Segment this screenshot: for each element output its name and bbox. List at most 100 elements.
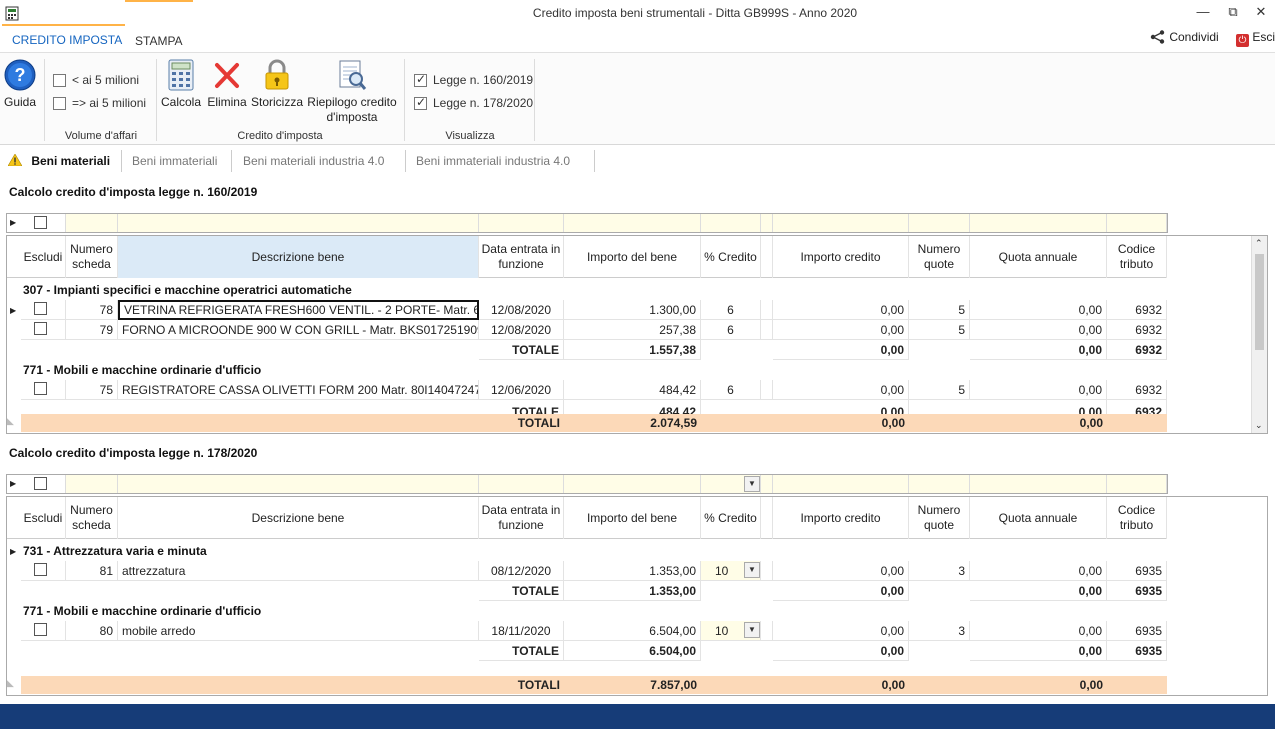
filter-numero[interactable] [66, 214, 118, 232]
volume-lt-5-checkbox[interactable]: < ai 5 milioni [53, 73, 139, 87]
col-data[interactable]: Data entrata in funzione [479, 236, 564, 278]
filter-codice[interactable] [1107, 475, 1167, 493]
filter-descrizione[interactable] [118, 475, 479, 493]
table-row[interactable]: 81 attrezzatura 08/12/2020 1.353,00 10 ▼… [7, 561, 1167, 581]
checkbox-box [414, 72, 427, 87]
scroll-thumb[interactable] [1255, 254, 1264, 350]
filter-checkbox[interactable] [34, 477, 47, 490]
guida-button[interactable]: ? Guida [2, 59, 38, 110]
filter-quota[interactable] [970, 214, 1107, 232]
filter-checkbox[interactable] [34, 216, 47, 229]
escludi-checkbox[interactable] [34, 322, 47, 335]
col-quote[interactable]: Numero quote [909, 497, 970, 539]
table-row[interactable]: ▶ 78 VETRINA REFRIGERATA FRESH600 VENTIL… [7, 300, 1167, 320]
escludi-cell[interactable] [21, 380, 66, 400]
filter-quote[interactable] [909, 214, 970, 232]
tab-beni-immateriali-4[interactable]: Beni immateriali industria 4.0 [406, 150, 595, 172]
col-perc[interactable]: % Credito [701, 497, 761, 539]
col-importo[interactable]: Importo del bene [564, 236, 701, 278]
elimina-label: Elimina [207, 95, 247, 109]
filter-blank[interactable] [761, 475, 773, 493]
tab-beni-materiali[interactable]: Beni materiali [0, 150, 122, 172]
col-codice-1: Codice [1117, 503, 1156, 517]
filter-quota[interactable] [970, 475, 1107, 493]
legge-178-checkbox[interactable]: Legge n. 178/2020 [414, 95, 533, 110]
filter-codice[interactable] [1107, 214, 1167, 232]
col-data[interactable]: Data entrata in funzione [479, 497, 564, 539]
filter-importo[interactable] [564, 214, 701, 232]
riepilogo-button[interactable]: Riepilogo credito d'imposta [305, 59, 399, 125]
tab-credito-imposta[interactable]: CREDITO IMPOSTA [2, 24, 133, 52]
dropdown-arrow-icon[interactable]: ▼ [744, 622, 760, 638]
elimina-button[interactable]: Elimina [205, 59, 249, 110]
descrizione-cell[interactable]: VETRINA REFRIGERATA FRESH600 VENTIL. - 2… [118, 300, 479, 320]
tab-stampa[interactable]: STAMPA [125, 0, 193, 52]
col-codice[interactable]: Codice tributo [1107, 497, 1167, 539]
escludi-cell[interactable] [21, 320, 66, 340]
col-escludi[interactable]: Escludi [21, 236, 66, 278]
col-quota[interactable]: Quota annuale [970, 497, 1107, 539]
filter-numero[interactable] [66, 475, 118, 493]
col-perc[interactable]: % Credito [701, 236, 761, 278]
col-importo-credito[interactable]: Importo credito [773, 497, 909, 539]
credito-cell: 0,00 [773, 561, 909, 581]
escludi-cell[interactable] [21, 621, 66, 641]
close-button[interactable]: ✕ [1246, 2, 1275, 22]
col-escludi[interactable]: Escludi [21, 497, 66, 539]
col-descrizione[interactable]: Descrizione bene [118, 236, 479, 278]
table-row[interactable]: 75 REGISTRATORE CASSA OLIVETTI FORM 200 … [7, 380, 1167, 400]
volume-gte-5-checkbox[interactable]: => ai 5 milioni [53, 96, 146, 110]
perc-cell: 6 [701, 300, 761, 320]
filter-perc[interactable] [701, 214, 761, 232]
storicizza-label: Storicizza [251, 95, 304, 109]
tab-beni-immateriali[interactable]: Beni immateriali [122, 150, 232, 172]
col-codice-2: tributo [1119, 518, 1154, 532]
escludi-checkbox[interactable] [34, 382, 47, 395]
col-descrizione[interactable]: Descrizione bene [118, 497, 479, 539]
exit-button[interactable]: ⏻ Esci [1236, 30, 1275, 47]
filter-blank[interactable] [761, 214, 773, 232]
col-codice[interactable]: Codice tributo [1107, 236, 1167, 278]
restore-button[interactable]: ⧉ [1218, 2, 1248, 22]
filter-data[interactable] [479, 214, 564, 232]
filter-credito[interactable] [773, 214, 909, 232]
descrizione-cell[interactable]: FORNO A MICROONDE 900 W CON GRILL - Matr… [118, 320, 479, 340]
escludi-checkbox[interactable] [34, 563, 47, 576]
scrollbar-160[interactable]: ⌃ ⌄ [1251, 236, 1267, 433]
perc-combo[interactable]: 10 ▼ [701, 561, 761, 581]
col-quota[interactable]: Quota annuale [970, 236, 1107, 278]
scroll-up-icon[interactable]: ⌃ [1255, 238, 1263, 249]
dropdown-arrow-icon[interactable]: ▼ [744, 562, 760, 578]
filter-data[interactable] [479, 475, 564, 493]
filter-escludi[interactable] [21, 475, 66, 493]
escludi-cell[interactable] [21, 561, 66, 581]
escludi-cell[interactable] [21, 300, 66, 320]
escludi-checkbox[interactable] [34, 302, 47, 315]
col-quote[interactable]: Numero quote [909, 236, 970, 278]
table-row[interactable]: 80 mobile arredo 18/11/2020 6.504,00 10 … [7, 621, 1167, 641]
escludi-checkbox[interactable] [34, 623, 47, 636]
perc-combo[interactable]: 10 ▼ [701, 621, 761, 641]
filter-perc[interactable]: ▼ [701, 475, 761, 493]
filter-escludi[interactable] [21, 214, 66, 232]
descrizione-cell[interactable]: attrezzatura [118, 561, 479, 581]
minimize-button[interactable]: — [1188, 2, 1218, 22]
dropdown-arrow-icon[interactable]: ▼ [744, 476, 760, 492]
filter-importo[interactable] [564, 475, 701, 493]
col-numero[interactable]: Numero scheda [66, 497, 118, 539]
filter-descrizione[interactable] [118, 214, 479, 232]
filter-quote[interactable] [909, 475, 970, 493]
share-button[interactable]: Condividi [1150, 30, 1219, 44]
calcola-button[interactable]: Calcola [160, 59, 202, 110]
tab-beni-materiali-4[interactable]: Beni materiali industria 4.0 [233, 150, 406, 172]
scroll-down-icon[interactable]: ⌄ [1255, 420, 1263, 431]
legge-160-checkbox[interactable]: Legge n. 160/2019 [414, 72, 533, 87]
col-importo-credito[interactable]: Importo credito [773, 236, 909, 278]
table-row[interactable]: 79 FORNO A MICROONDE 900 W CON GRILL - M… [7, 320, 1167, 340]
descrizione-cell[interactable]: REGISTRATORE CASSA OLIVETTI FORM 200 Mat… [118, 380, 479, 400]
storicizza-button[interactable]: Storicizza [251, 59, 303, 110]
col-importo[interactable]: Importo del bene [564, 497, 701, 539]
descrizione-cell[interactable]: mobile arredo [118, 621, 479, 641]
filter-credito[interactable] [773, 475, 909, 493]
col-numero[interactable]: Numero scheda [66, 236, 118, 278]
